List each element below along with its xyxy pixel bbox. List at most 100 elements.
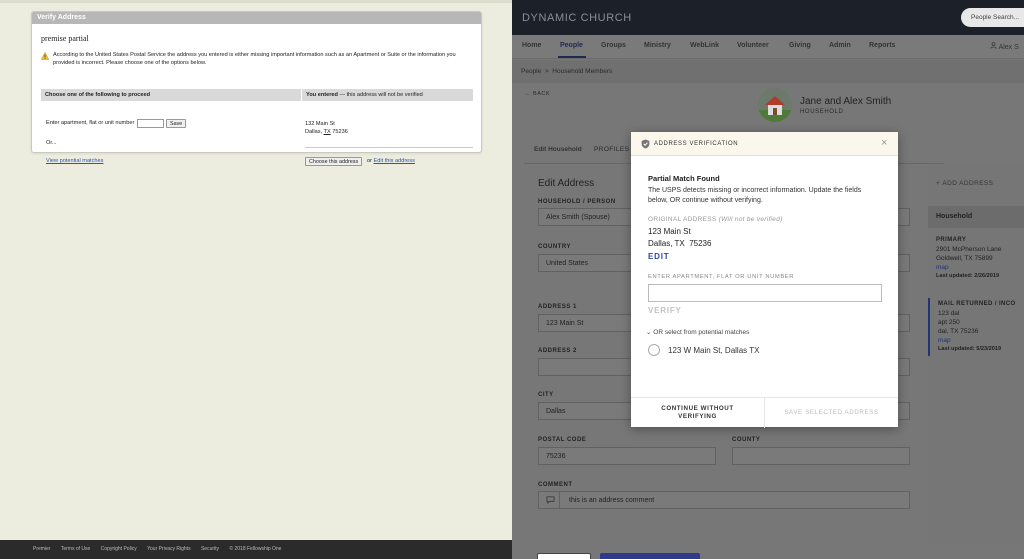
crumb-people[interactable]: People: [521, 68, 541, 75]
returned-address-card[interactable]: MAIL RETURNED / INCO 123 dal apt 250 dal…: [928, 298, 1024, 356]
chevron-right-icon: >: [543, 68, 551, 75]
close-icon[interactable]: ×: [881, 137, 887, 149]
entered-header-bold: You entered: [306, 92, 338, 98]
shield-check-icon: [641, 139, 650, 149]
county-label: COUNTY: [732, 437, 761, 443]
arrow-left-icon: ←: [525, 91, 534, 97]
comment-input[interactable]: this is an address comment: [538, 491, 910, 509]
match-radio[interactable]: [648, 344, 660, 356]
nav-weblink[interactable]: WebLink: [690, 42, 719, 49]
country-label: COUNTRY: [538, 244, 571, 250]
form-title: Edit Address: [538, 178, 595, 189]
house-icon: [758, 88, 792, 122]
back-label: BACK: [533, 91, 551, 97]
primary-address-card[interactable]: PRIMARY 2901 McPherson Lane Goldwell, TX…: [928, 236, 1024, 281]
original-address-note: (Will not be verified): [718, 216, 783, 223]
nav-volunteer[interactable]: Volunteer: [737, 42, 769, 49]
match-option-label[interactable]: 123 W Main St, Dallas TX: [668, 346, 759, 355]
household-name: Jane and Alex Smith: [800, 96, 892, 107]
nav-giving[interactable]: Giving: [789, 42, 811, 49]
active-nav-indicator: [558, 56, 586, 58]
add-address-label: ADD ADDRESS: [942, 180, 994, 187]
entered-address: 132 Main St Dallas, TX 75236: [305, 121, 348, 136]
view-potential-matches-link[interactable]: View potential matches: [46, 158, 103, 164]
apartment-field-label: ENTER APARTMENT, FLAT OR UNIT NUMBER: [648, 274, 795, 280]
continue-without-verifying-button[interactable]: CONTINUE WITHOUT VERIFYING: [631, 398, 764, 428]
footer-security[interactable]: Security: [201, 546, 219, 552]
crumb-household-members[interactable]: Household Members: [552, 68, 612, 75]
save-address-button[interactable]: [600, 553, 700, 559]
partial-match-heading: Partial Match Found: [648, 174, 720, 183]
nav-groups[interactable]: Groups: [601, 42, 626, 49]
tab-profiles[interactable]: PROFILES: [594, 146, 629, 153]
modal-header: ADDRESS VERIFICATION ×: [631, 132, 898, 156]
original-line1: 123 Main St: [648, 227, 691, 236]
main-nav: Home People Groups Ministry WebLink Volu…: [512, 35, 1024, 59]
footer-copyright-notice: © 2018 Fellowship One: [229, 546, 282, 552]
footer-terms[interactable]: Terms of Use: [61, 546, 90, 552]
tab-edit-household[interactable]: Edit Household: [534, 146, 582, 153]
nav-home[interactable]: Home: [522, 42, 541, 49]
postal-code-label: POSTAL CODE: [538, 437, 587, 443]
save-selected-address-button[interactable]: SAVE SELECTED ADDRESS: [765, 398, 898, 428]
edit-this-address-link[interactable]: Edit this address: [374, 158, 415, 164]
primary-map-link[interactable]: map: [936, 263, 1016, 272]
entered-line2: Dallas, TX 75236: [305, 129, 348, 137]
premise-label: premise partial: [41, 34, 89, 43]
footer-copyright[interactable]: Copyright Policy: [101, 546, 137, 552]
entered-cell: 132 Main St Dallas, TX 75236 Choose this…: [41, 102, 473, 166]
entered-line1: 132 Main St: [305, 121, 335, 127]
primary-line1: 2901 McPherson Lane: [936, 246, 1002, 253]
primary-line2: Goldwell, TX 75899: [936, 255, 993, 262]
comment-label: COMMENT: [538, 482, 573, 488]
address-sidebar: + ADD ADDRESS Household PRIMARY 2901 McP…: [928, 164, 1024, 544]
brand-logo[interactable]: DYNAMIC CHURCH: [522, 12, 632, 24]
breadcrumb: People > Household Members: [512, 60, 1024, 83]
back-link[interactable]: ← BACK: [525, 91, 550, 97]
choose-this-address-button[interactable]: Choose this address: [305, 157, 363, 166]
county-input[interactable]: [732, 447, 910, 465]
address-verification-modal: ADDRESS VERIFICATION × Partial Match Fou…: [631, 132, 898, 428]
add-address-button[interactable]: + ADD ADDRESS: [936, 180, 993, 187]
potential-matches-toggle[interactable]: ⌄ OR select from potential matches: [646, 328, 749, 336]
postal-code-input[interactable]: 75236: [538, 447, 716, 465]
verify-address-panel: Verify Address premise partial According…: [31, 11, 482, 166]
people-search-input[interactable]: People Search...: [961, 8, 1024, 27]
apartment-input[interactable]: [648, 284, 882, 302]
panel-title: Verify Address: [32, 12, 481, 24]
address2-label: ADDRESS 2: [538, 348, 577, 354]
nav-reports[interactable]: Reports: [869, 42, 895, 49]
household-person-label: HOUSEHOLD / PERSON: [538, 199, 616, 205]
nav-ministry[interactable]: Ministry: [644, 42, 671, 49]
footer-premier[interactable]: Premier: [33, 546, 51, 552]
address1-label: ADDRESS 1: [538, 304, 577, 310]
user-menu[interactable]: Alex S: [990, 42, 1019, 51]
nav-admin[interactable]: Admin: [829, 42, 851, 49]
entered-header-note: — this address will not be verified: [337, 92, 423, 98]
primary-updated: Last updated: 2/26/2019: [936, 273, 1000, 279]
comment-text: this is an address comment: [569, 497, 655, 504]
comment-divider: [559, 492, 560, 508]
original-address-caption: ORIGINAL ADDRESS: [648, 216, 717, 223]
continue-line1: CONTINUE WITHOUT: [661, 405, 734, 412]
edit-button[interactable]: EDIT: [648, 252, 669, 261]
original-line2: Dallas, TX 75236: [648, 238, 712, 248]
returned-map-link[interactable]: map: [938, 336, 1016, 345]
household-type: HOUSEHOLD: [800, 109, 844, 115]
footer-privacy[interactable]: Your Privacy Rights: [147, 546, 190, 552]
original-address-label: ORIGINAL ADDRESS (Will not be verified): [648, 216, 783, 223]
or-edit-text: or Edit this address: [367, 158, 415, 164]
comment-icon: [546, 496, 555, 504]
legacy-verify-pane: Verify Address premise partial According…: [0, 0, 512, 559]
top-strip: [0, 0, 512, 3]
returned-updated: Last updated: 5/23/2019: [938, 346, 1002, 352]
original-address: 123 Main St Dallas, TX 75236: [648, 226, 711, 249]
verify-button[interactable]: VERIFY: [648, 306, 682, 315]
returned-line2: apt 250: [938, 319, 960, 326]
cancel-button[interactable]: [537, 553, 591, 559]
warning-icon: [41, 52, 49, 60]
divider: [305, 147, 473, 148]
nav-people[interactable]: People: [560, 42, 583, 49]
modal-title: ADDRESS VERIFICATION: [654, 141, 739, 147]
returned-line1: 123 dal: [938, 310, 960, 317]
